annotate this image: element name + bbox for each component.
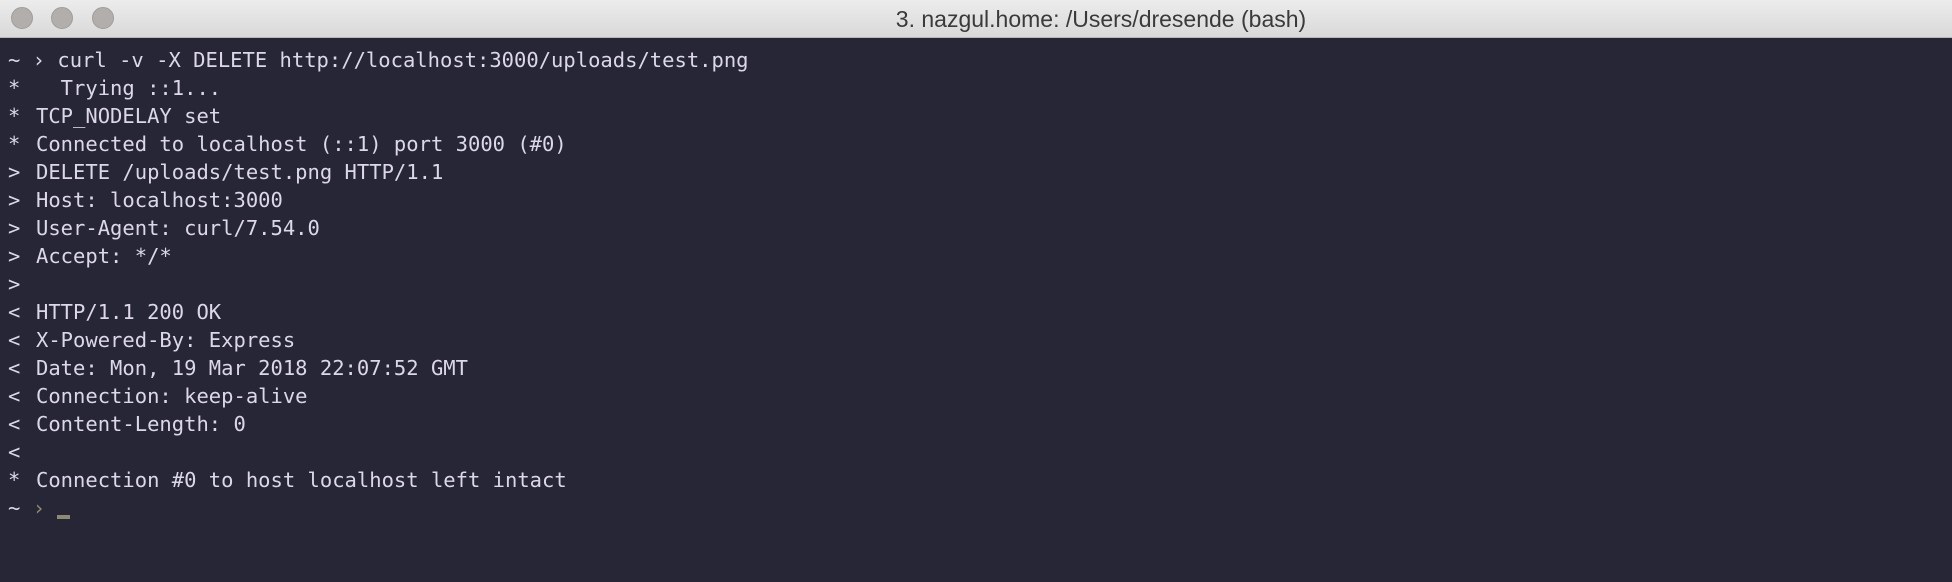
line-prefix: < [8, 300, 21, 324]
line-text: DELETE /uploads/test.png HTTP/1.1 [36, 160, 444, 184]
terminal-line: < Connection: keep-alive [0, 382, 1952, 410]
line-text: Accept: */* [36, 244, 172, 268]
window-title: 3. nazgul.home: /Users/dresende (bash) [895, 6, 1307, 32]
line-prefix: * [8, 76, 21, 100]
terminal-line: * Connected to localhost (::1) port 3000 … [0, 130, 1952, 158]
line-text: Host: localhost:3000 [36, 188, 283, 212]
terminal-line: < X-Powered-By: Express [0, 326, 1952, 354]
terminal-line: > Accept: */* [0, 242, 1952, 270]
line-prefix: < [8, 384, 21, 408]
line-prefix: > [8, 188, 21, 212]
prompt-tilde: ~ [8, 496, 21, 520]
terminal-line: > Host: localhost:3000 [0, 186, 1952, 214]
line-prefix: > [8, 244, 21, 268]
line-text: Connection #0 to host localhost left int… [36, 468, 567, 492]
prompt-line: ~ › [0, 494, 1952, 522]
line-text: Date: Mon, 19 Mar 2018 22:07:52 GMT [36, 356, 468, 380]
line-text: X-Powered-By: Express [36, 328, 296, 352]
line-prefix: > [8, 160, 21, 184]
line-prefix: < [8, 412, 21, 436]
terminal-line: < HTTP/1.1 200 OK [0, 298, 1952, 326]
terminal-window: 3. nazgul.home: /Users/dresende (bash) ~… [0, 0, 1952, 582]
terminal-output[interactable]: ~ › curl -v -X DELETE http://localhost:3… [0, 38, 1952, 582]
terminal-line: < [0, 438, 1952, 466]
text-cursor [57, 515, 71, 519]
terminal-line: > User-Agent: curl/7.54.0 [0, 214, 1952, 242]
line-text: User-Agent: curl/7.54.0 [36, 216, 320, 240]
line-prefix: * [8, 468, 21, 492]
line-text: Connection: keep-alive [36, 384, 308, 408]
title-bar: 3. nazgul.home: /Users/dresende (bash) [0, 0, 1952, 38]
line-text: HTTP/1.1 200 OK [36, 300, 222, 324]
terminal-line: > [0, 270, 1952, 298]
terminal-line: * Trying ::1... [0, 74, 1952, 102]
line-text: Trying ::1... [36, 76, 222, 100]
terminal-line: * TCP_NODELAY set [0, 102, 1952, 130]
line-text: Connected to localhost (::1) port 3000 (… [36, 132, 567, 156]
terminal-line: ~ › curl -v -X DELETE http://localhost:3… [0, 46, 1952, 74]
line-text: TCP_NODELAY set [36, 104, 222, 128]
line-prefix: * [8, 132, 21, 156]
command-text: curl -v -X DELETE http://localhost:3000/… [45, 48, 749, 72]
line-prefix: < [8, 440, 21, 464]
line-prefix: > [8, 272, 21, 296]
line-text: Content-Length: 0 [36, 412, 246, 436]
line-prefix: < [8, 328, 21, 352]
terminal-line: < Date: Mon, 19 Mar 2018 22:07:52 GMT [0, 354, 1952, 382]
line-prefix: > [8, 216, 21, 240]
prompt-tilde: ~ › [8, 48, 46, 72]
line-prefix: < [8, 356, 21, 380]
line-prefix: * [8, 104, 21, 128]
terminal-line: > DELETE /uploads/test.png HTTP/1.1 [0, 158, 1952, 186]
terminal-line: * Connection #0 to host localhost left in… [0, 466, 1952, 494]
terminal-line: < Content-Length: 0 [0, 410, 1952, 438]
prompt-arrow-icon: › [32, 496, 46, 520]
